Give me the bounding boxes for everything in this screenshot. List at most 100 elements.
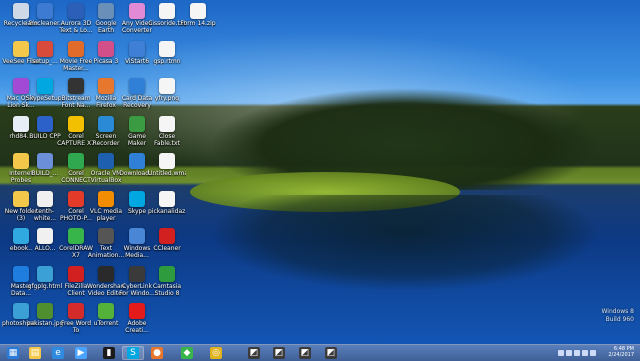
app-button-11[interactable]: ◩ — [268, 346, 290, 360]
coreldraw-button[interactable]: ◆ — [176, 346, 198, 360]
image-icon — [159, 78, 175, 94]
folder-icon: ▤ — [29, 347, 41, 359]
taskbar-clock[interactable]: 6:48 PM 2/24/2017 — [608, 346, 634, 358]
tree-line — [170, 80, 640, 190]
tray-arrow-icon[interactable] — [558, 350, 564, 356]
setup-icon — [37, 40, 53, 57]
command-prompt-button[interactable]: ▮ — [98, 346, 120, 360]
app-icon — [68, 190, 84, 207]
app-icon: ◩ — [248, 347, 260, 359]
app-icon — [68, 265, 84, 282]
internet-explorer-button[interactable]: e — [47, 346, 69, 360]
file-icon — [159, 3, 175, 19]
skype-icon — [129, 190, 145, 207]
image-icon — [159, 190, 175, 207]
play-icon: ▶ — [75, 347, 87, 359]
app-icon — [37, 153, 53, 169]
chrome-icon: ◎ — [210, 347, 222, 359]
desktop-icon-label: Untitled.wma — [148, 170, 186, 177]
desktop-icon-label: CCleaner — [153, 245, 181, 252]
desktop-icon-label: Adobe Creati... — [125, 320, 149, 334]
desktop-background: Recycle Bin VeeSee Files Mac OS X Lion Sk.… — [0, 0, 640, 344]
chrome-button[interactable]: ◎ — [205, 346, 227, 360]
app-icon — [68, 153, 84, 169]
gear-icon — [37, 3, 53, 19]
app-icon — [129, 303, 145, 319]
desktop-icon-label: gsp.rtmn — [153, 57, 181, 65]
desktop-icon[interactable]: gsp.rtmn — [148, 40, 186, 74]
app-icon — [129, 153, 145, 169]
app-icon — [68, 78, 84, 94]
app-icon — [98, 115, 114, 132]
skype-icon: S — [127, 347, 139, 359]
file-icon — [159, 115, 175, 132]
app-icon — [98, 40, 114, 57]
app-icon — [98, 228, 114, 244]
tray-network-icon[interactable] — [574, 350, 580, 356]
desktop-icon[interactable]: Form 14.zip — [179, 3, 217, 36]
app-button-13[interactable]: ◩ — [320, 346, 342, 360]
desktop-icon[interactable]: Camtasia Studio 8 — [148, 265, 186, 299]
app-icon: ◩ — [299, 347, 311, 359]
globe-icon — [98, 3, 114, 19]
file-icon — [159, 153, 175, 169]
app-icon — [129, 78, 145, 94]
app-icon — [98, 153, 114, 169]
desktop-icon-label: pickanalidaz... — [148, 207, 186, 215]
app-icon — [129, 265, 145, 282]
media-player-button[interactable]: ▶ — [70, 346, 92, 360]
firefox-icon: ● — [151, 347, 163, 359]
file-icon — [159, 40, 175, 57]
desktop-icon-label: Close Fable.txt — [154, 132, 180, 147]
app-icon — [68, 115, 84, 132]
desktop-icon[interactable]: yfry.png — [148, 78, 186, 111]
skype-button[interactable]: S — [122, 346, 144, 360]
desktop-icon-label: Form 14.zip — [180, 20, 216, 27]
firefox-button[interactable]: ● — [146, 346, 168, 360]
zip-icon — [190, 3, 206, 19]
desktop-icon[interactable]: Close Fable.txt — [148, 115, 186, 149]
app-button-12[interactable]: ◩ — [294, 346, 316, 360]
utorrent-icon — [98, 303, 114, 319]
app-icon — [37, 78, 53, 94]
vlc-icon — [98, 190, 114, 207]
desktop-icon[interactable]: pickanalidaz... — [148, 190, 186, 224]
image-icon — [37, 303, 53, 319]
desktop-icon[interactable]: CCleaner — [148, 228, 186, 261]
windows-build-watermark: Windows 8 Build 960 — [601, 308, 634, 324]
taskbar: ▦ ▤ e ▶ ▮ S ● ◆ ◎ ◩ ◩ ◩ ◩ 6:48 PM 2/24/2017 — [0, 344, 640, 361]
tray-volume-icon[interactable] — [582, 350, 588, 356]
tray-keyboard-icon[interactable] — [590, 350, 596, 356]
app-icon — [129, 3, 145, 19]
ie-icon: e — [52, 347, 64, 359]
app-icon — [68, 3, 84, 19]
app-icon — [129, 228, 145, 244]
file-explorer-button[interactable]: ▤ — [24, 346, 46, 360]
app-icon — [129, 115, 145, 132]
app-icon — [159, 265, 175, 282]
app-icon — [68, 40, 84, 57]
system-tray: 6:48 PM 2/24/2017 — [550, 345, 640, 361]
windows-icon: ▦ — [7, 347, 19, 359]
web-icon — [37, 265, 53, 282]
app-button-10[interactable]: ◩ — [243, 346, 265, 360]
app-icon: ◩ — [273, 347, 285, 359]
start-button[interactable]: ▦ — [2, 346, 24, 360]
app-icon: ◩ — [325, 347, 337, 359]
app-icon: ◆ — [181, 347, 193, 359]
ccleaner-icon — [159, 228, 175, 244]
app-icon — [68, 228, 84, 244]
file-icon — [37, 228, 53, 244]
desktop-icon[interactable]: Adobe Creati... — [118, 303, 156, 336]
tray-flag-icon[interactable] — [566, 350, 572, 356]
app-icon — [37, 115, 53, 132]
app-icon — [129, 40, 145, 57]
watermark-line-2: Build 960 — [605, 316, 634, 323]
firefox-icon — [98, 78, 114, 94]
terminal-icon: ▮ — [103, 347, 115, 359]
desktop-icon[interactable]: Untitled.wma — [148, 153, 186, 186]
app-icon — [98, 265, 114, 282]
clock-date: 2/24/2017 — [608, 352, 634, 358]
desktop-icon-label: Camtasia Studio 8 — [152, 282, 182, 297]
file-icon — [37, 190, 53, 207]
